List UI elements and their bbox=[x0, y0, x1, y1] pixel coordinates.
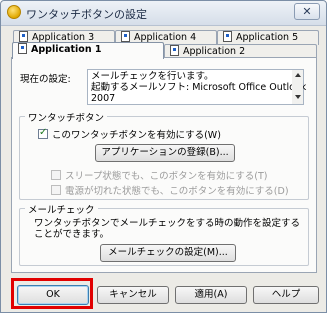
title-bar: ワンタッチボタンの設定 ✕ bbox=[1, 1, 326, 26]
current-setting-line: 2007 bbox=[91, 93, 116, 104]
poweroff-enable-label: 電源が切れた状態でも、このボタンを有効にする(D) bbox=[65, 186, 289, 197]
current-setting-text: メールチェックを行います。 起動するメールソフト: Microsoft Offi… bbox=[91, 71, 307, 104]
tab-panel: 現在の設定: メールチェックを行います。 起動するメールソフト: Microso… bbox=[11, 57, 317, 273]
current-setting-label: 現在の設定: bbox=[20, 74, 71, 85]
current-setting-line: メールチェックを行います。 bbox=[91, 71, 214, 82]
application-icon bbox=[18, 43, 27, 54]
application-icon bbox=[170, 45, 179, 56]
current-setting-line: 起動するメールソフト: Microsoft Office Outlook bbox=[91, 82, 307, 93]
app-icon bbox=[7, 5, 21, 19]
mail-check-description: ワンタッチボタンでメールチェックをする時の動作を設定する ことができます。 bbox=[34, 218, 300, 240]
application-icon bbox=[19, 31, 28, 42]
description-line: ワンタッチボタンでメールチェックをする時の動作を設定する bbox=[34, 218, 301, 229]
poweroff-enable-checkbox-row[interactable]: 電源が切れた状態でも、このボタンを有効にする(D) bbox=[51, 183, 289, 197]
register-application-button[interactable]: アプリケーションの登録(B)... bbox=[95, 144, 235, 162]
scroll-up-arrow-icon[interactable] bbox=[295, 73, 301, 77]
ok-button[interactable]: OK bbox=[17, 285, 89, 305]
window-title: ワンタッチボタンの設定 bbox=[26, 8, 147, 21]
vertical-scrollbar[interactable] bbox=[292, 70, 303, 104]
help-button[interactable]: ヘルプ bbox=[253, 286, 319, 304]
onetouch-button-group: ワンタッチボタン このワンタッチボタンを有効にする(W) アプリケーションの登録… bbox=[19, 110, 309, 200]
cancel-button[interactable]: キャンセル bbox=[97, 286, 169, 304]
application-icon bbox=[121, 31, 130, 42]
enable-button-checkbox[interactable] bbox=[38, 127, 48, 139]
mail-check-group: メールチェック ワンタッチボタンでメールチェックをする時の動作を設定する ことが… bbox=[19, 202, 309, 266]
description-line: ことができます。 bbox=[34, 229, 110, 240]
mail-check-settings-button[interactable]: メールチェックの設定(M)... bbox=[100, 244, 236, 262]
tab-application-5[interactable]: Application 5 bbox=[217, 30, 319, 45]
tab-label: Application 2 bbox=[183, 46, 246, 57]
settings-dialog: ワンタッチボタンの設定 ✕ Application 3 Application … bbox=[0, 0, 327, 313]
scroll-down-arrow-icon[interactable] bbox=[295, 95, 301, 99]
poweroff-enable-checkbox[interactable] bbox=[51, 185, 61, 195]
close-button[interactable]: ✕ bbox=[294, 3, 320, 20]
sleep-enable-label: スリープ状態でも、このボタンを有効にする(T) bbox=[65, 171, 268, 182]
tab-application-1[interactable]: Application 1 bbox=[12, 42, 164, 59]
current-setting-box[interactable]: メールチェックを行います。 起動するメールソフト: Microsoft Offi… bbox=[87, 69, 307, 105]
apply-button[interactable]: 適用(A) bbox=[175, 286, 247, 304]
mail-check-group-title: メールチェック bbox=[25, 202, 98, 216]
application-icon bbox=[223, 31, 232, 42]
onetouch-group-title: ワンタッチボタン bbox=[25, 110, 108, 124]
sleep-enable-checkbox[interactable] bbox=[51, 170, 61, 180]
enable-button-checkbox-row[interactable]: このワンタッチボタンを有効にする(W) bbox=[38, 127, 221, 141]
tab-label: Application 5 bbox=[236, 32, 299, 43]
enable-button-label: このワンタッチボタンを有効にする(W) bbox=[52, 130, 221, 141]
tab-label: Application 1 bbox=[31, 44, 102, 55]
sleep-enable-checkbox-row[interactable]: スリープ状態でも、このボタンを有効にする(T) bbox=[51, 168, 267, 182]
